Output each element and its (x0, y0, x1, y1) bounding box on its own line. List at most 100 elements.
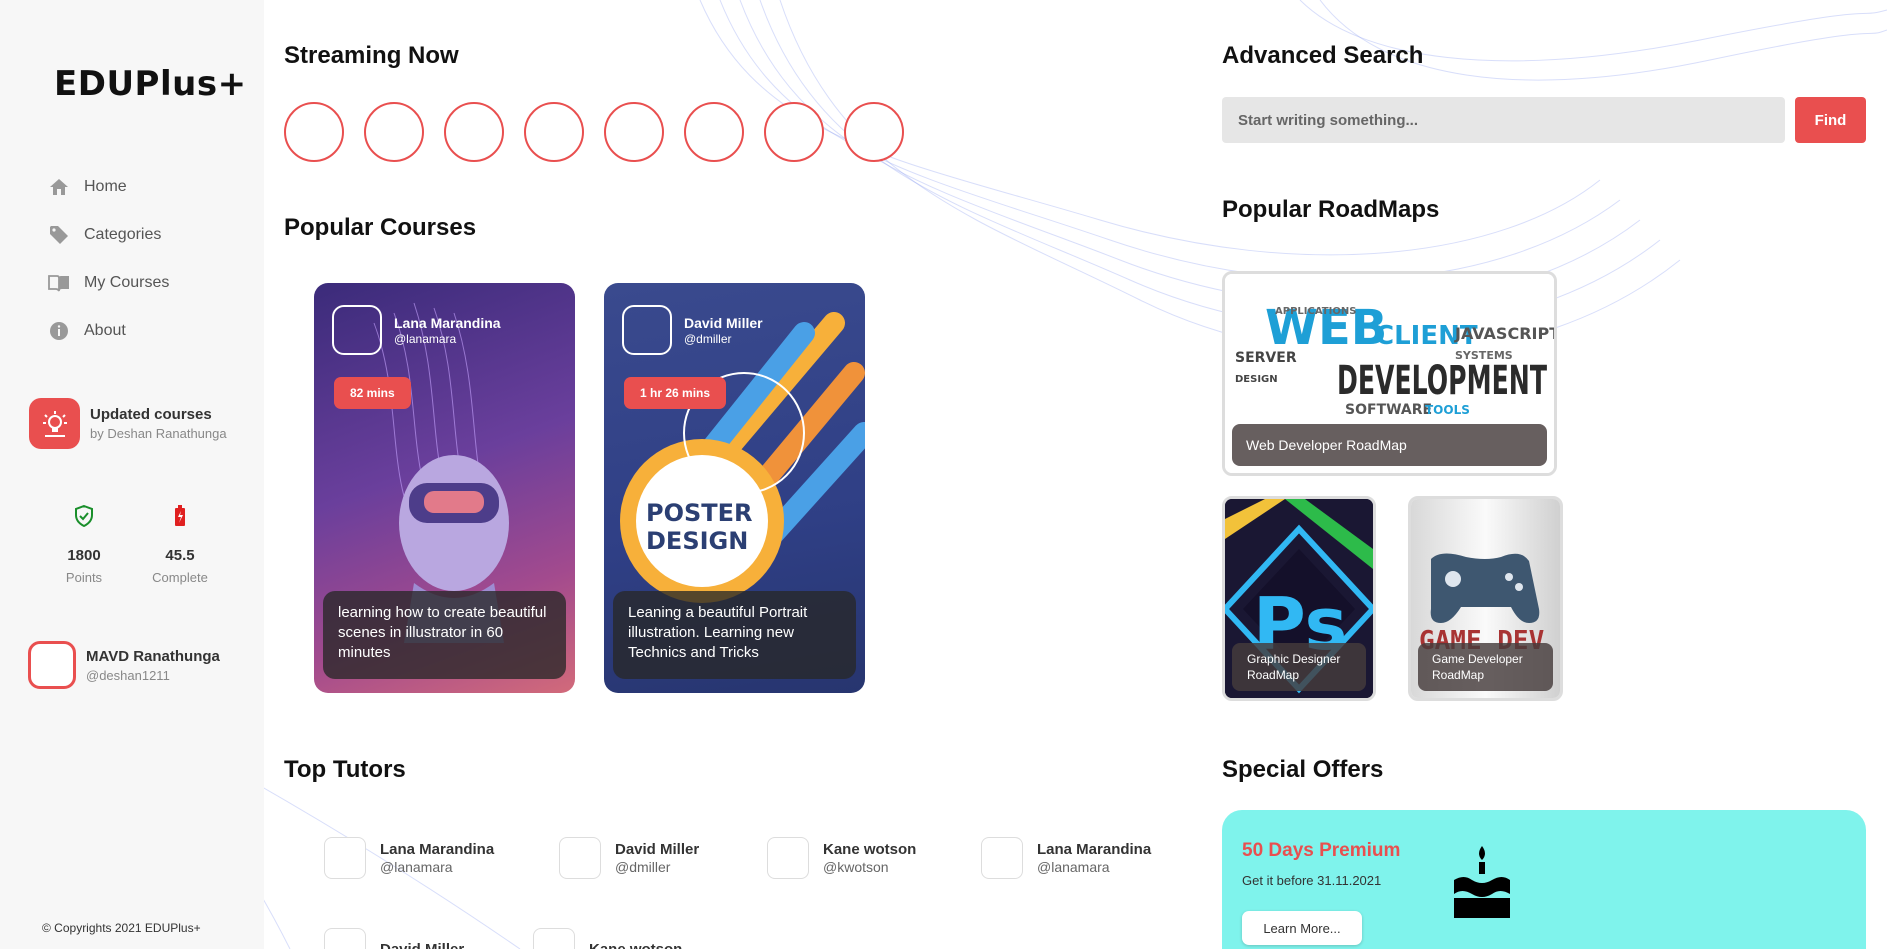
tutor-handle: @lanamara (380, 859, 453, 875)
tutor-handle: @kwotson (823, 859, 889, 875)
updated-courses-card[interactable]: Updated courses by Deshan Ranathunga (29, 398, 227, 449)
tutor-list-item[interactable]: Kane wotson (533, 928, 682, 949)
roadmap-label: Game Developer RoadMap (1418, 643, 1553, 691)
svg-text:SOFTWARE: SOFTWARE (1345, 402, 1432, 418)
roadmap-card-game[interactable]: GAME DEV Game Developer RoadMap (1408, 496, 1563, 701)
tutor-name: David Miller (615, 841, 700, 858)
find-button[interactable]: Find (1795, 97, 1866, 143)
search-input[interactable] (1222, 97, 1785, 143)
roadmap-label: Graphic Designer RoadMap (1232, 643, 1366, 691)
roadmap-label: Web Developer RoadMap (1232, 424, 1547, 466)
book-icon (48, 272, 70, 294)
tutor-name: Lana Marandina (394, 314, 501, 331)
nav-item-my-courses[interactable]: My Courses (48, 259, 169, 307)
popular-courses-title: Popular Courses (284, 214, 476, 242)
nav-label: Home (84, 178, 127, 195)
course-card[interactable]: Lana Marandina @lanamara 82 mins learnin… (314, 283, 575, 693)
svg-text:DESIGN: DESIGN (646, 527, 748, 555)
offer-subtitle: Get it before 31.11.2021 (1242, 873, 1382, 888)
stats: 1800 Points 45.5 Complete (36, 505, 228, 585)
stream-avatar[interactable] (844, 102, 904, 162)
profile-name: MAVD Ranathunga (86, 647, 220, 665)
tutor-avatar[interactable] (332, 305, 382, 355)
tutor-list-item[interactable]: David Miller @dmiller (559, 837, 699, 879)
stream-avatar[interactable] (444, 102, 504, 162)
streaming-list (284, 102, 924, 162)
stream-avatar[interactable] (524, 102, 584, 162)
nav-label: My Courses (84, 274, 170, 291)
roadmap-card-web[interactable]: WEB DEVELOPMENT CLIENT SERVER DESIGN JAV… (1222, 271, 1557, 476)
stream-avatar[interactable] (604, 102, 664, 162)
nav-label: Categories (84, 226, 162, 243)
svg-text:SERVER: SERVER (1235, 350, 1297, 366)
stream-avatar[interactable] (364, 102, 424, 162)
battery-icon (132, 505, 228, 529)
tutor-list-item[interactable]: Lana Marandina @lanamara (324, 837, 494, 879)
tutor-handle: @lanamara (394, 331, 457, 346)
svg-text:POSTER: POSTER (646, 499, 753, 527)
tutor-avatar[interactable] (622, 305, 672, 355)
sidebar-nav: Home Categories My Courses About (48, 163, 169, 355)
svg-text:DESIGN: DESIGN (1235, 374, 1278, 385)
course-card[interactable]: POSTER DESIGN David Miller @dmiller 1 hr… (604, 283, 865, 693)
nav-item-home[interactable]: Home (48, 163, 169, 211)
avatar[interactable] (28, 641, 76, 689)
stream-avatar[interactable] (764, 102, 824, 162)
title-rest: Now (401, 42, 459, 69)
course-description: Leaning a beautiful Portrait illustratio… (613, 591, 856, 679)
tutor-avatar[interactable] (767, 837, 809, 879)
tutor-avatar[interactable] (559, 837, 601, 879)
course-tutor[interactable]: Lana Marandina @lanamara (332, 305, 501, 355)
tutor-name: Kane wotson (589, 940, 683, 949)
stat-label: Points (65, 570, 103, 585)
title-rest: Search (1336, 42, 1424, 69)
title-bold: Special (1222, 756, 1307, 783)
learn-more-button[interactable]: Learn More... (1242, 911, 1362, 945)
special-offers-title: Special Offers (1222, 756, 1383, 784)
home-icon (48, 176, 70, 198)
title-rest: Courses (373, 214, 477, 241)
duration-badge: 1 hr 26 mins (624, 377, 727, 409)
tutor-name: David Miller (684, 314, 763, 331)
updated-courses-title: Updated courses (90, 406, 212, 423)
tutor-list-item[interactable]: Kane wotson @kwotson (767, 837, 916, 879)
tutor-name: Lana Marandina (380, 841, 495, 858)
tutor-list-item[interactable]: Lana Marandina @lanamara (981, 837, 1151, 879)
user-profile[interactable]: MAVD Ranathunga @deshan1211 (28, 641, 220, 689)
nav-item-about[interactable]: About (48, 307, 169, 355)
svg-text:SYSTEMS: SYSTEMS (1455, 349, 1513, 362)
course-tutor[interactable]: David Miller @dmiller (622, 305, 763, 355)
streaming-now-title: Streaming Now (284, 42, 459, 70)
top-tutors-title: Top Tutors (284, 756, 406, 784)
tutor-handle: @dmiller (615, 859, 671, 875)
nav-label: About (84, 322, 126, 339)
stat-label: Complete (152, 570, 208, 585)
shield-check-icon (36, 505, 132, 529)
tutor-name: Kane wotson (823, 841, 917, 858)
svg-text:DEVELOPMENT: DEVELOPMENT (1337, 358, 1547, 404)
lightbulb-icon (29, 398, 80, 449)
stream-avatar[interactable] (284, 102, 344, 162)
title-rest: Tutors (326, 756, 406, 783)
svg-text:TOOLS: TOOLS (1425, 403, 1470, 417)
tutor-handle: @lanamara (1037, 859, 1110, 875)
tutor-avatar[interactable] (324, 837, 366, 879)
tutor-name: David Miller (380, 940, 465, 949)
tutor-avatar[interactable] (533, 928, 575, 949)
roadmap-card-graphic[interactable]: Ps Graphic Designer RoadMap (1222, 496, 1376, 701)
stream-avatar[interactable] (684, 102, 744, 162)
popular-roadmaps-title: Popular RoadMaps (1222, 196, 1439, 224)
stat-complete: 45.5 Complete (132, 505, 228, 585)
course-description: learning how to create beautiful scenes … (323, 591, 566, 679)
special-offer-card: 50 Days Premium Get it before 31.11.2021… (1222, 810, 1866, 949)
advanced-search-title: Advanced Search (1222, 42, 1423, 70)
birthday-cake-icon (1450, 844, 1514, 925)
tag-icon (48, 224, 70, 246)
tutor-list-item[interactable]: David Miller (324, 928, 464, 949)
nav-item-categories[interactable]: Categories (48, 211, 169, 259)
tutor-avatar[interactable] (981, 837, 1023, 879)
svg-text:APPLICATIONS: APPLICATIONS (1275, 306, 1356, 317)
brand-logo[interactable]: EDUPlus+ (54, 64, 247, 104)
tutor-name: Lana Marandina (1037, 841, 1152, 858)
tutor-avatar[interactable] (324, 928, 366, 949)
